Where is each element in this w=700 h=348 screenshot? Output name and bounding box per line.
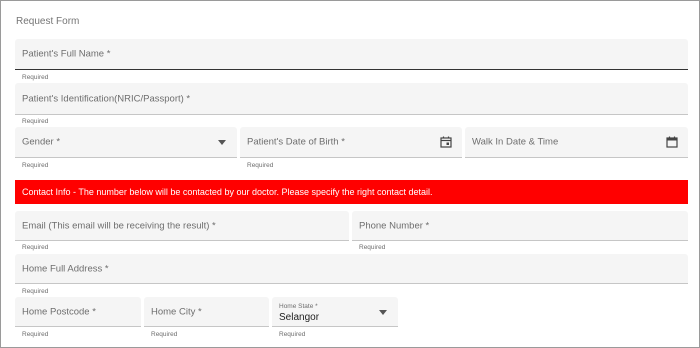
- state-helper: Required: [279, 331, 306, 338]
- gender-helper: Required: [22, 162, 49, 169]
- postcode-field[interactable]: Home Postcode *: [15, 297, 141, 327]
- address-field[interactable]: Home Full Address *: [15, 254, 688, 284]
- calendar-icon[interactable]: [666, 136, 678, 148]
- phone-field[interactable]: Phone Number *: [352, 211, 688, 241]
- chevron-down-icon: [379, 309, 387, 315]
- calendar-icon[interactable]: [440, 136, 452, 148]
- phone-helper: Required: [359, 244, 386, 251]
- email-label: Email (This email will be receiving the …: [22, 220, 216, 231]
- request-form-panel: Request Form Patient's Full Name * Requi…: [0, 0, 700, 348]
- gender-select[interactable]: Gender *: [15, 127, 237, 158]
- walk-in-datetime-field[interactable]: Walk In Date & Time: [465, 127, 688, 158]
- email-helper: Required: [22, 244, 49, 251]
- full-name-field[interactable]: Patient's Full Name *: [15, 39, 688, 70]
- gender-label: Gender *: [22, 136, 61, 148]
- form-title: Request Form: [16, 16, 80, 27]
- city-field[interactable]: Home City *: [144, 297, 269, 327]
- state-select[interactable]: Home State * Selangor: [272, 297, 398, 327]
- full-name-helper: Required: [22, 74, 49, 81]
- address-label: Home Full Address *: [22, 263, 109, 274]
- contact-info-alert: Contact Info - The number below will be …: [15, 180, 688, 204]
- full-name-label: Patient's Full Name *: [22, 48, 111, 60]
- dob-label: Patient's Date of Birth *: [247, 136, 345, 148]
- walk-in-label: Walk In Date & Time: [472, 136, 559, 148]
- state-value: Selangor: [279, 312, 320, 323]
- identification-label: Patient's Identification(NRIC/Passport) …: [22, 93, 191, 104]
- postcode-helper: Required: [22, 331, 49, 338]
- phone-label: Phone Number *: [359, 220, 430, 231]
- city-label: Home City *: [151, 306, 202, 317]
- chevron-down-icon: [218, 140, 226, 145]
- email-field[interactable]: Email (This email will be receiving the …: [15, 211, 349, 241]
- city-helper: Required: [151, 331, 178, 338]
- postcode-label: Home Postcode *: [22, 306, 96, 317]
- dob-field[interactable]: Patient's Date of Birth *: [240, 127, 462, 158]
- identification-helper: Required: [22, 118, 49, 125]
- state-label: Home State *: [279, 303, 318, 310]
- address-helper: Required: [22, 288, 49, 295]
- identification-field[interactable]: Patient's Identification(NRIC/Passport) …: [15, 83, 688, 115]
- dob-helper: Required: [247, 162, 274, 169]
